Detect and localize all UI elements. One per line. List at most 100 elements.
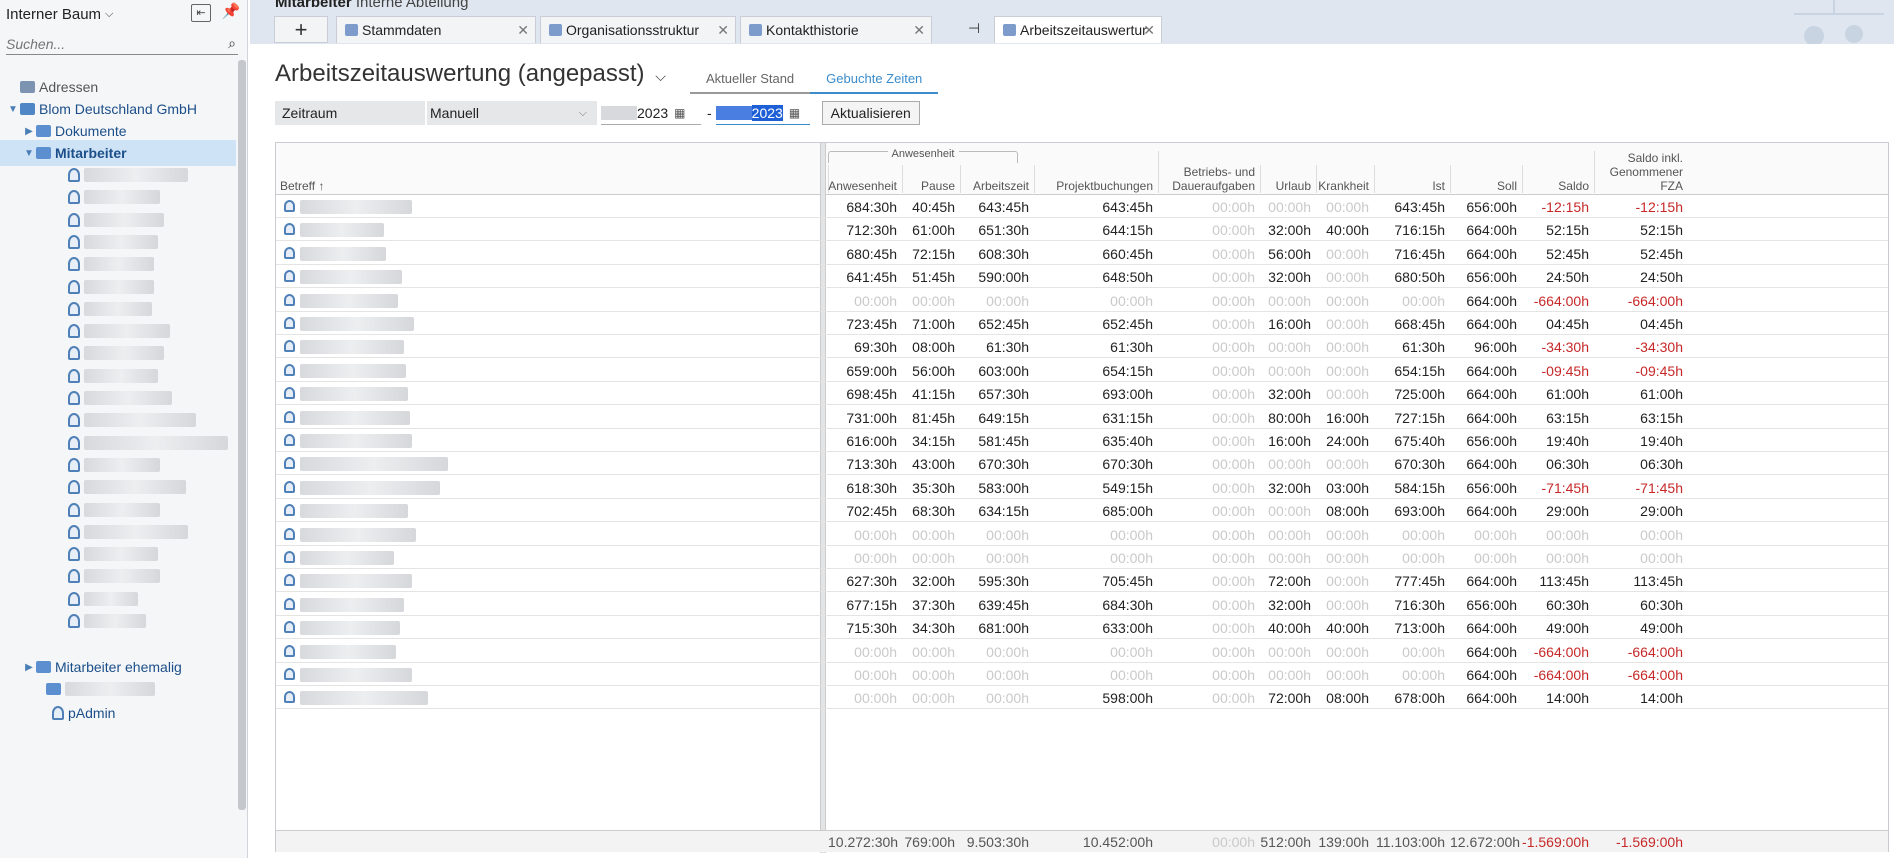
table-cell: 34:15h [912, 433, 955, 449]
column-header-2[interactable]: Arbeitszeit [960, 165, 1034, 193]
column-header-0[interactable]: Anwesenheit [828, 165, 902, 193]
date-to-field[interactable]: 2023 ▦ [715, 101, 810, 125]
column-header-4[interactable]: Betriebs- und Daueraufgaben [1158, 151, 1260, 193]
redacted-name [300, 434, 412, 448]
tree-node-redacted[interactable] [0, 676, 155, 702]
column-header-7[interactable]: Ist [1374, 165, 1450, 193]
table-row[interactable]: 677:15h 37:30h 639:45h 684:30h 00:00h 32:00h 0… [276, 593, 1888, 616]
expand-toggle-icon[interactable]: ▶ [22, 662, 36, 673]
table-cell: 68:30h [912, 503, 955, 520]
table-row[interactable]: 00:00h 00:00h 00:00h 00:00h 00:00h 00:00h 00:0… [276, 289, 1888, 312]
redacted-name [84, 413, 196, 428]
table-row[interactable]: 00:00h 00:00h 00:00h 00:00h 00:00h 00:00h 00:0… [276, 523, 1888, 546]
calendar-icon[interactable]: ▦ [789, 106, 800, 120]
zeitraum-select[interactable]: Manuell ⌵ [427, 101, 597, 125]
table-row[interactable]: 618:30h 35:30h 583:00h 549:15h 00:00h 32:00h 0… [276, 476, 1888, 499]
folder-icon [36, 661, 51, 673]
person-icon [68, 547, 80, 562]
chevron-down-icon[interactable]: ⌵ [579, 101, 587, 125]
table-cell: 670:30h [1102, 456, 1153, 473]
redacted-name [84, 324, 170, 339]
table-row[interactable]: 731:00h 81:45h 649:15h 631:15h 00:00h 80:00h 1… [276, 406, 1888, 429]
table-row[interactable]: 723:45h 71:00h 652:45h 652:45h 00:00h 16:00h 0… [276, 312, 1888, 335]
table-row[interactable]: 715:30h 34:30h 681:00h 633:00h 00:00h 40:00h 4… [276, 616, 1888, 640]
table-cell: 06:30h [1546, 456, 1589, 473]
employee-tree-item[interactable] [0, 608, 146, 634]
table-row[interactable]: 698:45h 41:15h 657:30h 693:00h 00:00h 32:00h 0… [276, 382, 1888, 406]
table-row[interactable]: 684:30h 40:45h 643:45h 643:45h 00:00h 00:00h 0… [276, 195, 1888, 218]
person-icon [68, 168, 80, 182]
table-cell: 00:00h [1640, 550, 1683, 566]
person-icon [284, 621, 295, 634]
table-row[interactable]: 00:00h 00:00h 00:00h 598:00h 00:00h 72:00h 08:… [276, 686, 1888, 710]
tab-gebuchte-zeiten[interactable]: Gebuchte Zeiten [810, 68, 939, 94]
close-icon[interactable]: ✕ [1143, 22, 1155, 39]
table-row[interactable]: 00:00h 00:00h 00:00h 00:00h 00:00h 00:00h 00:0… [276, 546, 1888, 569]
person-icon [284, 200, 295, 212]
table-row[interactable]: 00:00h 00:00h 00:00h 00:00h 00:00h 00:00h 00:0… [276, 663, 1888, 686]
table-cell: 40:00h [1326, 222, 1369, 239]
column-header-1[interactable]: Pause [902, 165, 960, 193]
table-cell: 32:00h [1268, 386, 1311, 403]
table-cell: 00:00h [986, 550, 1029, 566]
column-header-8[interactable]: Soll [1450, 165, 1522, 193]
chevron-down-icon[interactable]: ⌵ [105, 8, 113, 21]
table-cell: 00:00h [986, 690, 1029, 707]
tab-kontakthistorie[interactable]: Kontakthistorie ✕ [740, 16, 932, 43]
close-icon[interactable]: ✕ [517, 22, 529, 39]
tab-stammdaten[interactable]: Stammdaten ✕ [336, 16, 536, 43]
pin-icon[interactable]: ⊣ [968, 20, 980, 37]
expand-toggle-icon[interactable]: ▼ [22, 148, 36, 159]
column-header-6[interactable]: Krankheit [1316, 165, 1374, 193]
redacted-name [300, 387, 408, 402]
date-from-field[interactable]: 2023 ▦ [601, 101, 701, 125]
search-icon[interactable]: ⌕ [228, 35, 236, 52]
tab-aktueller-stand[interactable]: Aktueller Stand [690, 68, 811, 94]
person-icon [68, 524, 80, 539]
table-cell: 656:00h [1466, 433, 1517, 449]
close-icon[interactable]: ✕ [913, 22, 925, 39]
table-cell: 664:00h [1466, 690, 1517, 707]
filter-bar: Zeitraum Manuell ⌵ 2023 ▦ - 2023 ▦ Aktualis… [275, 101, 920, 125]
add-tab-button[interactable]: + [274, 16, 328, 43]
table-row[interactable]: 69:30h 08:00h 61:30h 61:30h 00:00h 00:00h 00:0… [276, 335, 1888, 359]
table-row[interactable]: 616:00h 34:15h 581:45h 635:40h 00:00h 16:00h 2… [276, 429, 1888, 452]
tree-node-padmin[interactable]: pAdmin [0, 700, 236, 726]
table-cell: 693:00h [1102, 386, 1153, 403]
table-cell: 40:00h [1268, 620, 1311, 637]
page-title[interactable]: Arbeitszeitauswertung (angepasst) ⌵ [275, 60, 666, 88]
column-header-10[interactable]: Saldo inkl. Genommener FZA [1594, 151, 1688, 193]
column-header-5[interactable]: Urlaub [1260, 165, 1316, 193]
search-input[interactable] [6, 35, 206, 52]
close-icon[interactable]: ✕ [717, 22, 729, 39]
table-row[interactable]: 641:45h 51:45h 590:00h 648:50h 00:00h 32:00h 0… [276, 265, 1888, 289]
tab-arbeitszeitauswertung[interactable]: Arbeitszeitauswertur ✕ [994, 16, 1162, 43]
expand-toggle-icon[interactable]: ▶ [22, 126, 36, 137]
table-cell: 00:00h [1268, 292, 1311, 309]
table-cell: 00:00h [1212, 667, 1255, 683]
table-row[interactable]: 702:45h 68:30h 634:15h 685:00h 00:00h 00:00h 0… [276, 499, 1888, 523]
sidebar-title[interactable]: Interner Baum [6, 6, 101, 23]
column-header-betreff[interactable]: Betreff ↑ [280, 179, 324, 193]
chevron-down-icon[interactable]: ⌵ [655, 68, 666, 85]
redacted-name [65, 682, 155, 696]
refresh-button[interactable]: Aktualisieren [821, 101, 920, 125]
column-header-9[interactable]: Saldo [1522, 165, 1594, 193]
collapse-panel-icon[interactable]: ⇤ [191, 4, 211, 22]
person-icon [284, 527, 295, 540]
table-row[interactable]: 680:45h 72:15h 608:30h 660:45h 00:00h 56:00h 0… [276, 242, 1888, 265]
table-row[interactable]: 00:00h 00:00h 00:00h 00:00h 00:00h 00:00h 00:0… [276, 640, 1888, 663]
column-header-3[interactable]: Projektbuchungen [1034, 165, 1158, 193]
pin-icon[interactable]: 📌 [221, 4, 241, 22]
table-row[interactable]: 712:30h 61:00h 651:30h 644:15h 00:00h 32:00h 4… [276, 218, 1888, 242]
table-cell: 37:30h [912, 596, 955, 613]
table-row[interactable]: 627:30h 32:00h 595:30h 705:45h 00:00h 72:00h 0… [276, 569, 1888, 593]
sidebar-scrollbar[interactable] [238, 60, 246, 810]
expand-toggle-icon[interactable]: ▼ [6, 104, 20, 115]
person-icon [68, 591, 80, 606]
tab-organisationsstruktur[interactable]: Organisationsstruktur ✕ [540, 16, 736, 43]
table-cell: 635:40h [1102, 433, 1153, 449]
calendar-icon[interactable]: ▦ [674, 106, 685, 120]
table-row[interactable]: 713:30h 43:00h 670:30h 670:30h 00:00h 00:00h 0… [276, 452, 1888, 476]
table-row[interactable]: 659:00h 56:00h 603:00h 654:15h 00:00h 00:00h 0… [276, 359, 1888, 382]
